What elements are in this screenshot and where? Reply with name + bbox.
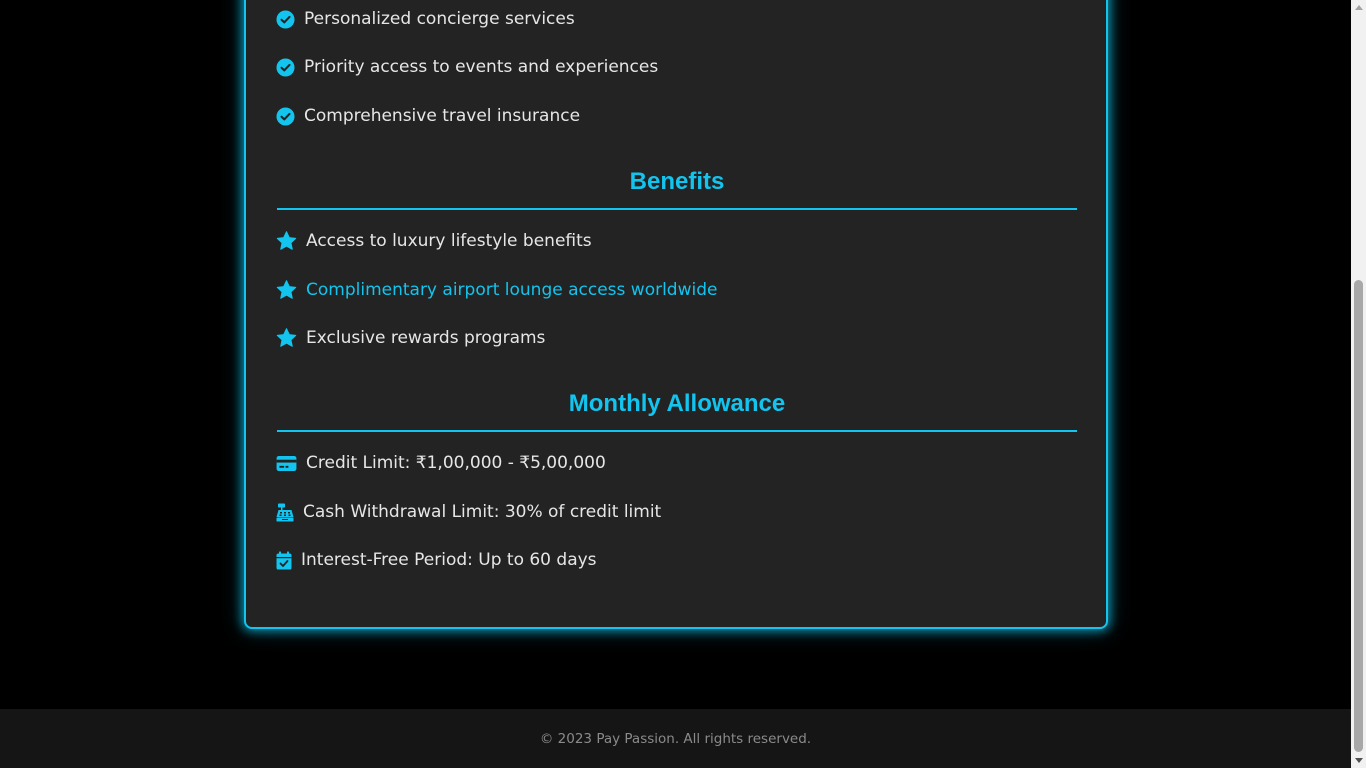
benefits-heading: Benefits <box>629 168 725 195</box>
feature-item: Priority access to events and experience… <box>276 57 658 77</box>
allowance-heading: Monthly Allowance <box>568 390 786 417</box>
check-circle-icon <box>276 57 295 77</box>
allowance-label: Interest-Free Period: Up to 60 days <box>301 550 597 570</box>
allowance-item: Cash Withdrawal Limit: 30% of credit lim… <box>276 502 661 522</box>
scrollbar-thumb[interactable] <box>1354 280 1363 752</box>
check-circle-icon <box>276 106 295 126</box>
benefit-label: Access to luxury lifestyle benefits <box>306 231 592 251</box>
feature-item: Personalized concierge services <box>276 9 575 29</box>
scroll-down-icon[interactable] <box>1351 753 1366 768</box>
calendar-check-icon <box>276 551 292 570</box>
benefit-item[interactable]: Complimentary airport lounge access worl… <box>276 280 717 300</box>
feature-label: Comprehensive travel insurance <box>304 106 581 126</box>
credit-card-icon <box>276 455 297 472</box>
feature-label: Personalized concierge services <box>304 9 575 29</box>
benefits-divider <box>277 208 1077 210</box>
feature-item: Comprehensive travel insurance <box>276 106 580 126</box>
vertical-scrollbar[interactable] <box>1351 0 1366 768</box>
scroll-up-icon[interactable] <box>1351 0 1366 15</box>
allowance-divider <box>277 430 1077 432</box>
feature-label: Priority access to events and experience… <box>304 57 659 77</box>
allowance-label: Cash Withdrawal Limit: 30% of credit lim… <box>303 502 662 522</box>
star-icon <box>276 328 297 348</box>
allowance-label: Credit Limit: ₹1,00,000 - ₹5,00,000 <box>306 453 606 473</box>
benefit-label: Complimentary airport lounge access worl… <box>306 280 718 300</box>
star-icon <box>276 231 297 251</box>
benefit-item: Access to luxury lifestyle benefits <box>276 231 592 251</box>
star-icon <box>276 280 297 300</box>
page-footer: © 2023 Pay Passion. All rights reserved. <box>0 709 1351 768</box>
card-details-panel: Personalized concierge services Priority… <box>244 0 1108 629</box>
cash-register-icon <box>276 503 294 522</box>
page-viewport: Personalized concierge services Priority… <box>0 0 1351 768</box>
check-circle-icon <box>276 9 295 29</box>
allowance-item: Credit Limit: ₹1,00,000 - ₹5,00,000 <box>276 453 606 473</box>
benefit-label: Exclusive rewards programs <box>306 328 546 348</box>
copyright-text: © 2023 Pay Passion. All rights reserved. <box>539 730 812 747</box>
benefit-item: Exclusive rewards programs <box>276 328 545 348</box>
allowance-item: Interest-Free Period: Up to 60 days <box>276 550 597 570</box>
